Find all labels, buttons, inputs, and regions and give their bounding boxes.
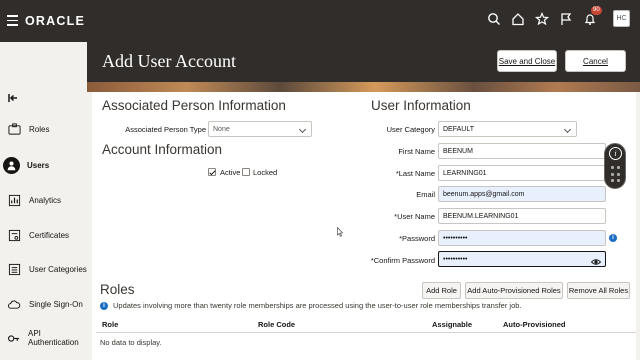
column-header-auto-provisioned[interactable]: Auto-Provisioned [503, 320, 566, 329]
page-title: Add User Account [102, 51, 236, 71]
column-header-role[interactable]: Role [102, 320, 118, 329]
sidebar-item-api-authentication[interactable]: API Authentication [0, 327, 87, 349]
sidebar-item-label: Analytics [29, 195, 62, 205]
sidebar-item-certificates[interactable]: Certificates [0, 224, 87, 246]
first-name-input[interactable]: BEENUM [438, 143, 606, 159]
categories-icon [7, 262, 21, 276]
roles-note-text: Updates involving more than twenty role … [113, 301, 522, 310]
email-input[interactable]: beenum.apps@gmail.com [438, 186, 606, 202]
oracle-logo: ORACLE [25, 14, 85, 28]
key-icon [7, 331, 20, 345]
sidebar-item-analytics[interactable]: Analytics [0, 189, 87, 211]
mouse-cursor-icon [337, 224, 344, 237]
show-password-icon[interactable] [590, 254, 602, 265]
confirm-password-input[interactable]: •••••••••• [438, 251, 606, 267]
star-icon[interactable] [534, 11, 550, 26]
notification-badge: 90 [591, 5, 602, 15]
last-name-label: *Last Name [395, 169, 435, 178]
sidebar-item-user-categories[interactable]: User Categories [0, 258, 87, 280]
sidebar-item-label: Roles [29, 124, 50, 134]
sidebar-item-label: Single Sign-On [29, 299, 83, 309]
roles-icon [7, 122, 21, 136]
cancel-label: Cancel [583, 56, 608, 66]
user-avatar[interactable]: HC [613, 10, 630, 27]
sidebar-item-label: API Authentication [28, 329, 79, 347]
apps-grid-icon[interactable] [611, 166, 621, 184]
header-decoration [87, 82, 640, 92]
email-label: Email [416, 190, 435, 199]
global-actions: 90 HC [487, 5, 630, 27]
sidebar-item-roles[interactable]: Roles [0, 118, 87, 140]
user-category-select[interactable]: DEFAULT [438, 121, 577, 137]
sidebar-item-single-sign-on[interactable]: Single Sign-On [0, 293, 87, 315]
user-icon [3, 156, 20, 174]
sidebar-item-label: User Categories [29, 264, 87, 274]
certificate-icon [7, 228, 21, 242]
user-info-section-title: User Information [371, 98, 471, 113]
flag-icon[interactable] [559, 12, 573, 26]
help-widget[interactable]: i [604, 143, 626, 189]
associated-person-type-select[interactable]: None [208, 121, 312, 137]
info-icon: i [100, 301, 108, 310]
info-icon[interactable]: i [609, 147, 622, 160]
sidebar-item-label: Certificates [29, 230, 70, 240]
add-auto-provisioned-roles-button[interactable]: Add Auto-Provisioned Roles [465, 282, 563, 299]
locked-checkbox[interactable] [242, 168, 250, 176]
roles-info-message: i Updates involving more than twenty rol… [100, 301, 522, 310]
password-label: *Password [399, 234, 435, 243]
account-section-title: Account Information [102, 142, 223, 157]
global-header: ORACLE 90 HC [0, 0, 640, 42]
column-header-role-code[interactable]: Role Code [258, 320, 295, 329]
sidebar-item-label: Users [27, 160, 50, 170]
roles-section-title: Roles [100, 282, 135, 297]
user-category-label: User Category [386, 125, 435, 134]
last-name-input[interactable]: LEARNING01 [438, 165, 606, 181]
sidebar-item-users[interactable]: Users [0, 154, 87, 176]
remove-all-roles-button[interactable]: Remove All Roles [567, 282, 630, 299]
associated-person-type-label: Associated Person Type [125, 125, 206, 134]
active-checkbox[interactable] [208, 168, 216, 176]
user-name-label: *User Name [394, 212, 435, 221]
password-info-icon[interactable]: i [609, 234, 617, 242]
save-and-close-label: Save and Close [498, 56, 556, 66]
empty-table-message: No data to display. [100, 338, 162, 347]
first-name-label: First Name [398, 147, 435, 156]
analytics-icon [7, 193, 21, 207]
cancel-button[interactable]: Cancel [565, 50, 626, 72]
search-icon[interactable] [487, 12, 501, 26]
save-and-close-button[interactable]: Save and Close [497, 50, 557, 72]
menu-icon[interactable] [7, 15, 18, 26]
associated-person-section-title: Associated Person Information [102, 98, 286, 113]
add-role-button[interactable]: Add Role [422, 282, 461, 299]
roles-table-header: Role Role Code Assignable Auto-Provision… [96, 316, 636, 333]
confirm-password-label: *Confirm Password [370, 256, 435, 265]
password-input[interactable]: •••••••••• [438, 230, 606, 246]
column-header-assignable[interactable]: Assignable [432, 320, 472, 329]
active-label: Active [220, 168, 241, 177]
locked-label: Locked [253, 168, 278, 177]
cloud-icon [7, 297, 21, 311]
collapse-sidebar-icon[interactable] [8, 90, 18, 102]
user-name-input[interactable]: BEENUM.LEARNING01 [438, 208, 606, 224]
home-icon[interactable] [511, 12, 525, 26]
bell-icon[interactable]: 90 [583, 5, 602, 26]
